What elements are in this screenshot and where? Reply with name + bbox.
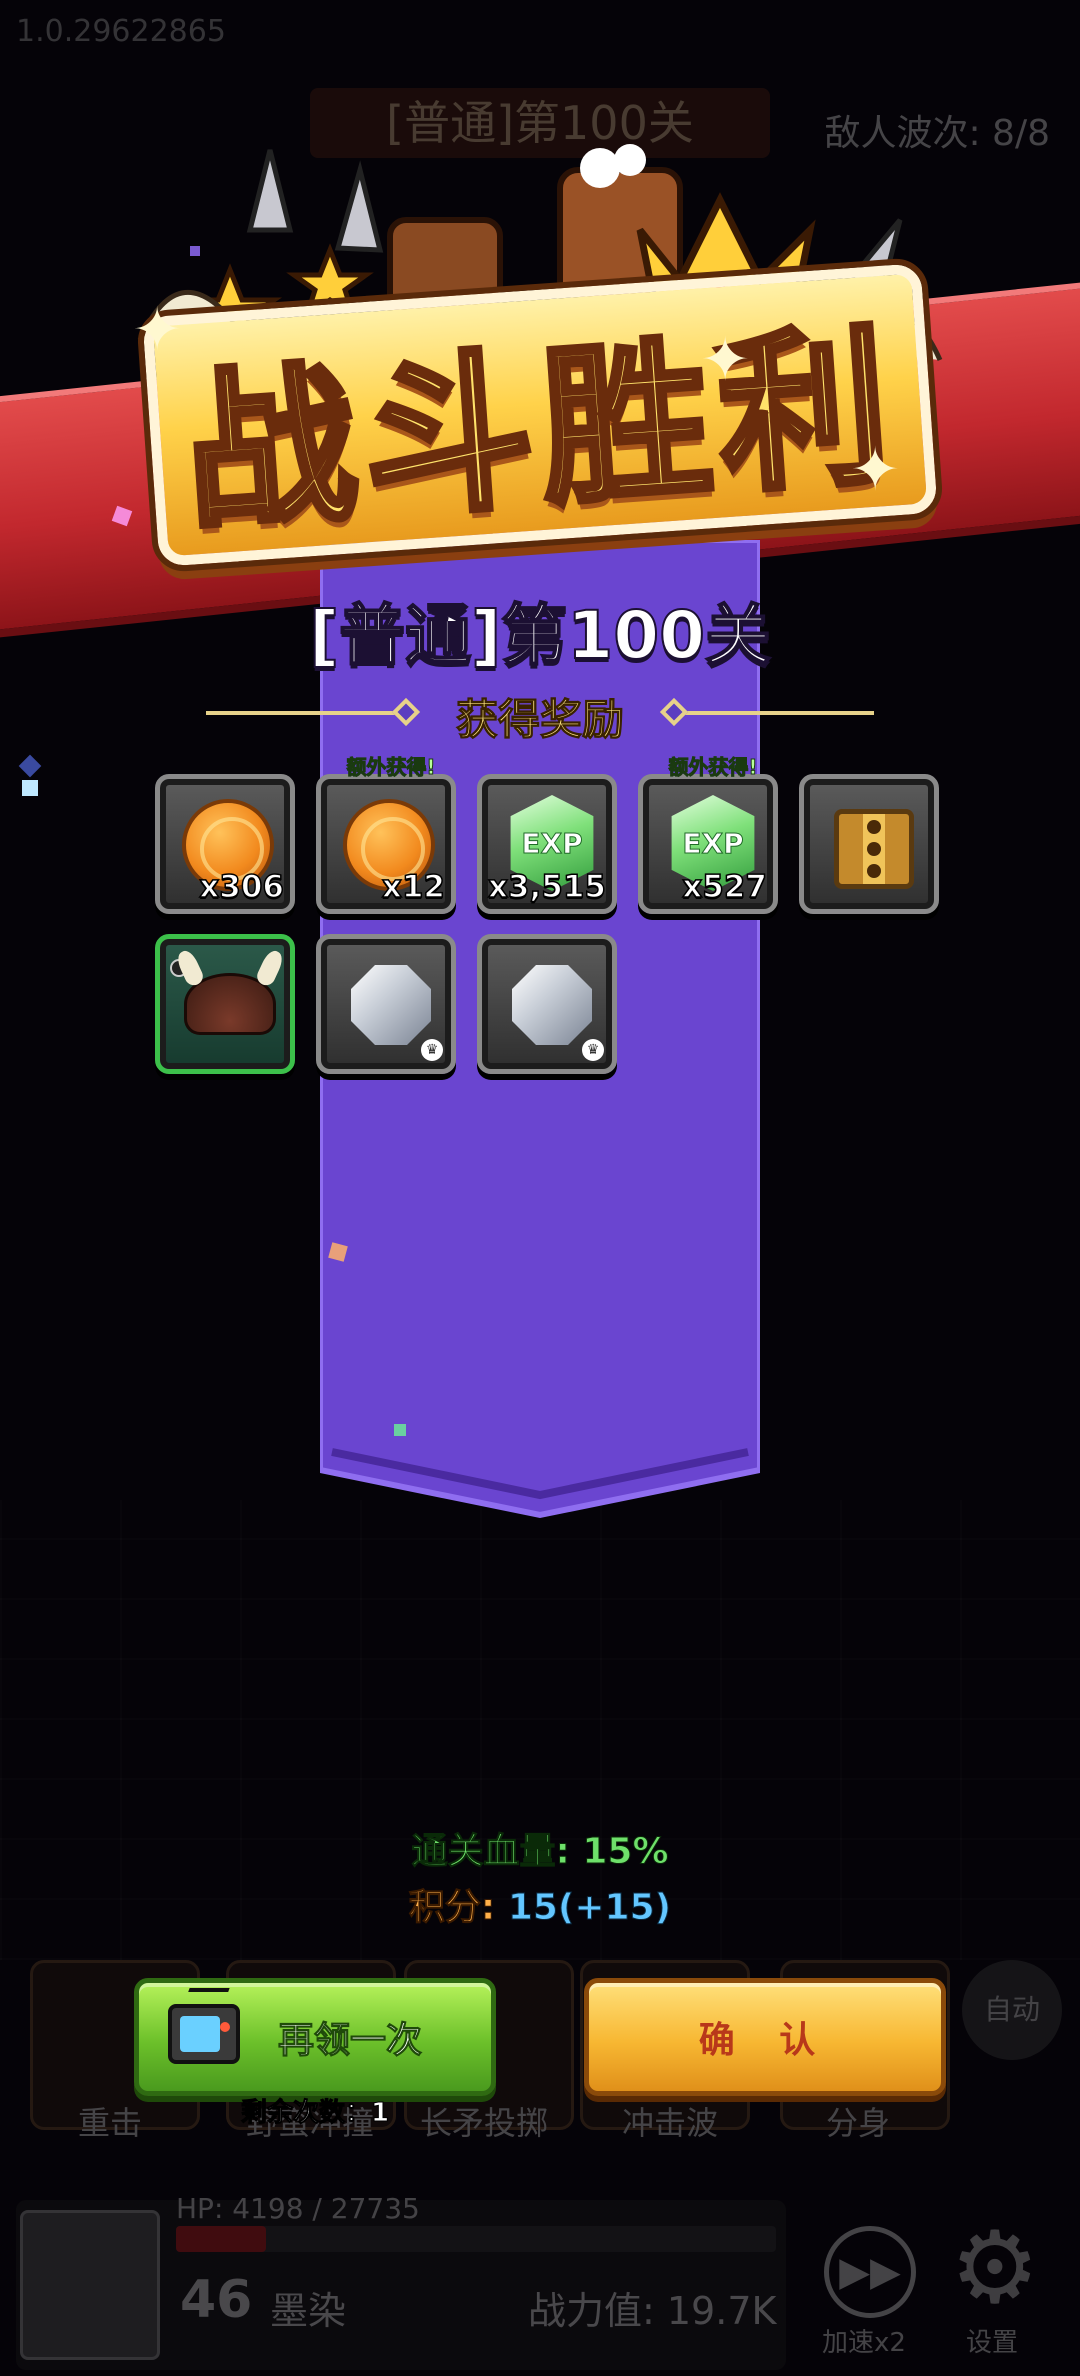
tv-ad-icon: [168, 2004, 240, 2064]
reward-slot-crystal[interactable]: ♛: [477, 934, 617, 1074]
player-level: 46: [180, 2270, 253, 2330]
reward-quantity: x306: [199, 868, 285, 906]
fast-forward-icon: ▶▶: [824, 2226, 916, 2318]
silver-crystal-icon: [351, 965, 431, 1045]
foam-icon: [580, 148, 620, 188]
sparkle-icon: ✦: [132, 295, 183, 365]
bonus-tag: 额外获得!: [346, 755, 436, 780]
sparkle-icon: ✦: [850, 435, 901, 505]
confetti: [190, 246, 200, 256]
sparkle-icon: ✦: [700, 325, 751, 395]
reward-slot-helmet[interactable]: [155, 934, 295, 1074]
reward-slot-box[interactable]: [799, 774, 939, 914]
reward-header: 获得奖励: [455, 695, 624, 745]
remaining-count: 剩余次数：1: [240, 2098, 390, 2129]
hp-bar: [176, 2226, 776, 2252]
reward-quantity: x12: [381, 868, 446, 906]
skill-label: 冲击波: [621, 2104, 718, 2142]
reward-quantity: x527: [682, 868, 768, 906]
victory-title-text: 战斗胜利: [176, 304, 906, 557]
spike-icon: [334, 160, 384, 253]
hp-text: HP: 4198 / 27735: [176, 2192, 420, 2225]
gear-icon: ⚙: [950, 2209, 1040, 2326]
auto-button: 自动: [962, 1960, 1062, 2060]
score-value: 15(+15): [507, 1887, 672, 1929]
skill-label: 分身: [825, 2104, 890, 2142]
settings-label: 设置: [966, 2328, 1019, 2358]
bonus-tag: 额外获得!: [668, 755, 758, 780]
combat-power: 战力值: 19.7K: [528, 2289, 777, 2333]
clear-hp-text: 通关血量: 15%: [411, 1831, 669, 1873]
confetti: [22, 780, 38, 796]
confetti: [18, 754, 42, 778]
spike-icon: [246, 149, 294, 233]
reward-slot-exp[interactable]: EXP x3,515: [477, 774, 617, 914]
avatar: [20, 2210, 160, 2360]
reward-quantity: x3,515: [487, 868, 607, 906]
treasure-box-icon: [834, 809, 914, 889]
score-line: 积分: 15(+15): [0, 1878, 1080, 1930]
reward-slot-gold[interactable]: x306: [155, 774, 295, 914]
version-label: 1.0.29622865: [16, 14, 226, 49]
chef-hat-icon: ♛: [421, 1039, 443, 1061]
reward-slot-bonus-gold[interactable]: 额外获得! x12: [316, 755, 456, 914]
confetti: [394, 1424, 406, 1436]
confirm-label: 确 认: [698, 2020, 832, 2061]
player-name: 墨染: [270, 2289, 347, 2333]
speed-label: 加速x2: [822, 2328, 906, 2358]
silver-crystal-icon: [512, 965, 592, 1045]
reward-slot-bonus-exp[interactable]: 额外获得! EXP x527: [638, 755, 778, 914]
chef-hat-icon: ♛: [582, 1039, 604, 1061]
viking-helmet-icon: [184, 973, 276, 1035]
hp-bar-fill: [176, 2226, 266, 2252]
score-label: 积分:: [408, 1887, 508, 1929]
reward-slot-crystal[interactable]: ♛: [316, 934, 456, 1074]
claim-again-label: 再领一次: [277, 2020, 422, 2062]
confirm-button[interactable]: 确 认: [584, 1978, 946, 2096]
stage-title: [普通]第100关: [308, 596, 772, 675]
